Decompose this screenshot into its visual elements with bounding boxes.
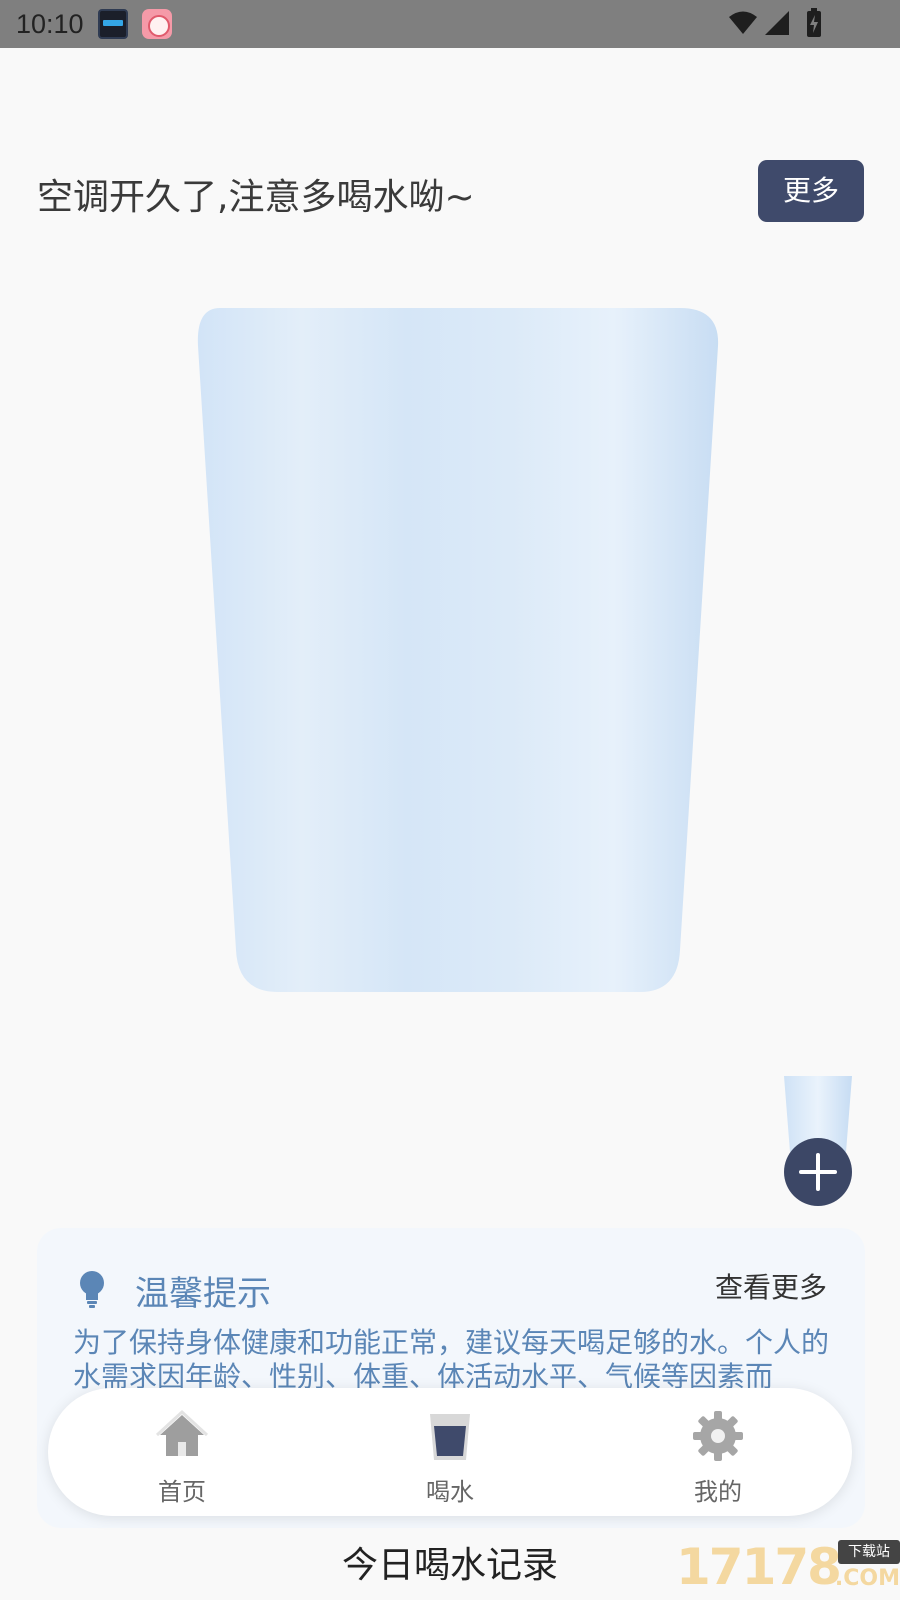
tips-title: 温馨提示 bbox=[135, 1274, 271, 1314]
watermark-badge: 下载站 bbox=[838, 1540, 900, 1564]
home-icon bbox=[155, 1409, 209, 1456]
tips-body: 为了保持身体健康和功能正常，建议每天喝足够的水。个人的水需求因年龄、性别、体重、… bbox=[73, 1326, 830, 1393]
site-watermark: 17178 下载站 .COM bbox=[676, 1536, 900, 1600]
nav-item-drink[interactable]: 喝水 bbox=[370, 1388, 530, 1516]
lightbulb-icon bbox=[80, 1271, 104, 1308]
add-water-button[interactable] bbox=[784, 1138, 852, 1206]
tips-more-link[interactable]: 查看更多 bbox=[715, 1266, 827, 1306]
clock-widget-icon bbox=[98, 9, 128, 39]
status-time: 10:10 bbox=[16, 9, 84, 39]
bottom-nav: 首页 喝水 我的 bbox=[48, 1388, 852, 1516]
header-message: 空调开久了,注意多喝水呦~ bbox=[37, 177, 475, 218]
nav-item-mine[interactable]: 我的 bbox=[638, 1388, 798, 1516]
system-icons bbox=[720, 0, 900, 48]
cup-body bbox=[197, 308, 719, 992]
nav-item-home[interactable]: 首页 bbox=[102, 1388, 262, 1516]
gear-icon bbox=[693, 1411, 743, 1461]
wifi-icon bbox=[729, 11, 757, 34]
signal-icon bbox=[765, 11, 789, 35]
nav-label-home: 首页 bbox=[158, 1478, 206, 1506]
status-bar: 10:10 bbox=[0, 0, 900, 48]
watermark-suffix: .COM bbox=[834, 1566, 900, 1591]
more-button[interactable]: 更多 bbox=[758, 160, 864, 222]
water-cup-illustration bbox=[197, 308, 719, 992]
nav-label-mine: 我的 bbox=[694, 1478, 742, 1506]
watermark-number: 17178 bbox=[676, 1538, 842, 1596]
nav-label-drink: 喝水 bbox=[426, 1478, 474, 1506]
battery-charging-icon bbox=[807, 8, 821, 37]
water-glass-icon bbox=[430, 1414, 470, 1460]
app-notification-icon bbox=[142, 9, 172, 39]
